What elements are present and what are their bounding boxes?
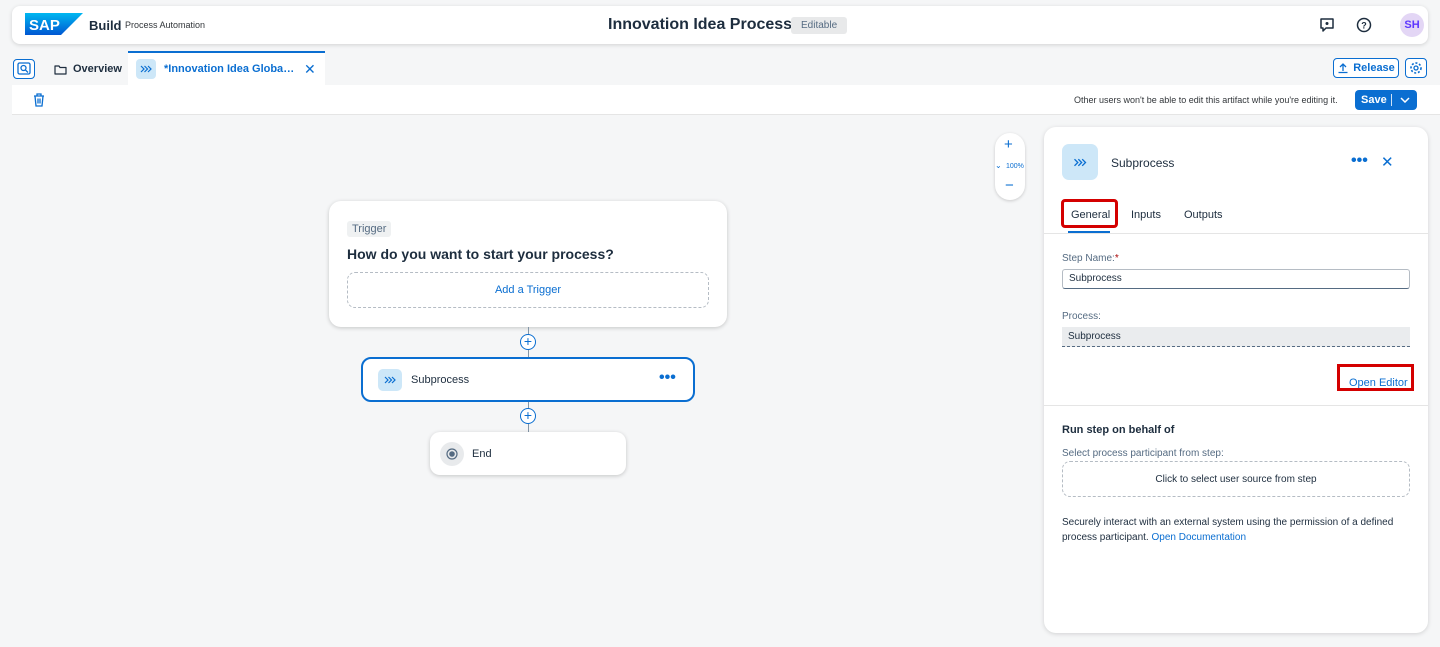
tab-process-label: *Innovation Idea Global Approval bbox=[164, 63, 296, 75]
release-button[interactable]: Release bbox=[1333, 58, 1399, 78]
trigger-card[interactable]: Trigger How do you want to start your pr… bbox=[329, 201, 727, 327]
joule-chat-icon[interactable] bbox=[1318, 16, 1336, 34]
zoom-in-icon[interactable]: + bbox=[1004, 136, 1013, 153]
tab-inputs[interactable]: Inputs bbox=[1131, 209, 1161, 221]
upload-icon bbox=[1338, 63, 1348, 74]
svg-text:?: ? bbox=[1361, 21, 1367, 31]
subprocess-icon bbox=[136, 59, 156, 79]
release-label: Release bbox=[1353, 62, 1395, 74]
zoom-level[interactable]: 100% bbox=[1006, 163, 1024, 170]
process-label: Process: bbox=[1062, 311, 1101, 322]
delete-icon[interactable] bbox=[32, 92, 46, 108]
edit-lock-note: Other users won't be able to edit this a… bbox=[1074, 95, 1338, 105]
tab-overview-label: Overview bbox=[73, 63, 122, 75]
trigger-question: How do you want to start your process? bbox=[347, 246, 614, 262]
shell-bar: SAP Build Process Automation Innovation … bbox=[12, 6, 1428, 44]
zoom-chevron-icon[interactable]: ⌄ bbox=[995, 161, 1002, 170]
divider bbox=[1044, 233, 1428, 234]
search-artifacts-button[interactable] bbox=[13, 59, 35, 79]
add-trigger-button[interactable]: Add a Trigger bbox=[347, 272, 709, 308]
sap-logo[interactable]: SAP bbox=[25, 13, 83, 35]
panel-title: Subprocess bbox=[1111, 156, 1175, 170]
avatar[interactable]: SH bbox=[1400, 13, 1424, 37]
tab-process-editor[interactable]: *Innovation Idea Global Approval ✕ bbox=[128, 51, 325, 85]
divider bbox=[1044, 405, 1428, 406]
tab-overview[interactable]: Overview bbox=[44, 53, 132, 85]
more-options-icon[interactable]: ••• bbox=[659, 369, 676, 387]
step-name-label: Step Name:* bbox=[1062, 253, 1119, 264]
step-name-field[interactable]: Subprocess bbox=[1062, 269, 1410, 289]
secure-description: Securely interact with an external syste… bbox=[1062, 515, 1414, 545]
tab-bar: Overview *Innovation Idea Global Approva… bbox=[0, 50, 1440, 85]
close-icon[interactable]: ✕ bbox=[1381, 153, 1394, 171]
subprocess-icon bbox=[1062, 144, 1098, 180]
gear-icon bbox=[1410, 62, 1422, 74]
sap-logo-text: SAP bbox=[29, 17, 60, 34]
more-options-icon[interactable]: ••• bbox=[1351, 152, 1368, 170]
tab-outputs[interactable]: Outputs bbox=[1184, 209, 1223, 221]
zoom-out-icon[interactable]: − bbox=[1005, 177, 1014, 194]
page-title: Innovation Idea Process bbox=[608, 16, 793, 33]
stop-icon bbox=[440, 442, 464, 466]
save-label: Save bbox=[1361, 94, 1387, 106]
subprocess-step-card[interactable]: Subprocess ••• bbox=[361, 357, 695, 402]
editor-toolbar: Other users won't be able to edit this a… bbox=[12, 85, 1440, 115]
add-step-icon[interactable]: + bbox=[520, 334, 536, 350]
participant-label: Select process participant from step: bbox=[1062, 448, 1224, 459]
help-icon[interactable]: ? bbox=[1355, 16, 1373, 34]
process-field: Subprocess bbox=[1062, 327, 1410, 347]
end-step-card[interactable]: End bbox=[430, 432, 626, 475]
highlight-box bbox=[1337, 364, 1414, 391]
editable-badge: Editable bbox=[791, 17, 848, 34]
build-label: Build bbox=[89, 18, 122, 33]
highlight-box bbox=[1061, 199, 1118, 228]
settings-button[interactable] bbox=[1405, 58, 1427, 78]
save-divider bbox=[1391, 94, 1392, 106]
subprocess-step-label: Subprocess bbox=[411, 374, 470, 386]
properties-panel: Subprocess ••• ✕ General Inputs Outputs … bbox=[1044, 127, 1428, 633]
trigger-tag: Trigger bbox=[347, 221, 392, 237]
zoom-control: + ⌄ 100% − bbox=[995, 133, 1025, 200]
run-on-behalf-title: Run step on behalf of bbox=[1062, 424, 1175, 436]
folder-icon bbox=[54, 64, 67, 75]
open-documentation-link[interactable]: Open Documentation bbox=[1152, 532, 1247, 543]
save-button[interactable]: Save bbox=[1355, 90, 1417, 110]
search-icon bbox=[17, 62, 31, 75]
end-step-label: End bbox=[472, 448, 492, 460]
subprocess-icon bbox=[378, 369, 402, 391]
user-source-selector[interactable]: Click to select user source from step bbox=[1062, 461, 1410, 497]
product-label: Process Automation bbox=[125, 20, 206, 30]
add-step-icon[interactable]: + bbox=[520, 408, 536, 424]
chevron-down-icon[interactable] bbox=[1392, 97, 1417, 103]
close-icon[interactable]: ✕ bbox=[304, 62, 316, 76]
